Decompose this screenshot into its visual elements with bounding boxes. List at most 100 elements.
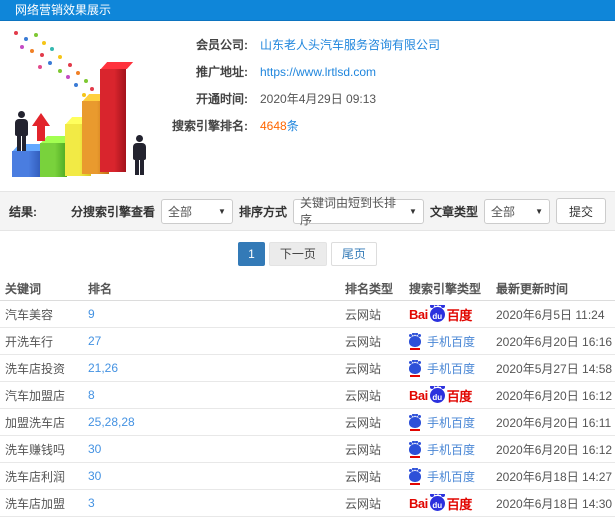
open-time-value: 2020年4月29日 09:13 xyxy=(260,92,377,106)
businessman-left-icon xyxy=(12,111,30,151)
chevron-down-icon: ▼ xyxy=(535,206,543,216)
info-section: 会员公司: 山东老人头汽车服务咨询有限公司 推广地址: https://www.… xyxy=(0,21,615,191)
baidu-logo-text: 百度 xyxy=(446,496,473,512)
engine-cell: 手机百度 xyxy=(409,333,496,350)
filter-controls: 分搜索引擎查看 全部 ▼ 排序方式 关键词由短到长排序 ▼ 文章类型 全部 ▼ … xyxy=(70,196,606,227)
illustration-bar-red xyxy=(100,69,126,172)
chevron-down-icon: ▼ xyxy=(409,206,417,216)
column-header: 搜索引擎类型 xyxy=(409,282,482,296)
paw-toes-icon xyxy=(409,441,412,445)
up-arrow-icon xyxy=(32,113,50,141)
next-page-button[interactable]: 下一页 xyxy=(268,242,327,266)
table-body: 汽车美容 9 云网站 Bai du 百度 2020年6月5日 11:24 开洗车行 27 云网站手… xyxy=(0,301,615,517)
table-row: 开洗车行 27 云网站 手机百度 2020年6月20日 16:16 xyxy=(0,328,615,355)
updated-cell: 2020年6月18日 14:27 xyxy=(496,469,613,484)
rank-cell[interactable]: 30 xyxy=(88,442,345,456)
engine-select[interactable]: 全部 ▼ xyxy=(160,198,233,224)
updated-cell: 2020年6月20日 16:11 xyxy=(496,415,612,430)
article-type-select-value: 全部 xyxy=(490,204,515,219)
paw-toes-icon xyxy=(409,468,412,472)
illustration-bar-green xyxy=(40,143,67,177)
mobile-baidu-label: 手机百度 xyxy=(427,361,476,376)
mobile-baidu-paw-icon xyxy=(409,333,421,350)
mobile-baidu-paw-icon xyxy=(409,468,421,485)
mobile-baidu-label: 手机百度 xyxy=(427,469,476,484)
open-time-label: 开通时间: xyxy=(196,92,248,106)
paw-underline xyxy=(410,347,420,350)
keyword-ranking-table: 关键词 排名 排名类型 搜索引擎类型 最新更新时间 汽车美容 9 云网站 Bai du 百度 202… xyxy=(0,277,615,517)
table-header-row: 关键词 排名 排名类型 搜索引擎类型 最新更新时间 xyxy=(0,277,615,301)
paw-toes-icon xyxy=(409,333,412,337)
rank-cell[interactable]: 21,26 xyxy=(88,361,345,375)
mobile-baidu-logo: 手机百度 xyxy=(409,441,475,458)
sort-select[interactable]: 关键词由短到长排序 ▼ xyxy=(292,196,424,227)
baidu-logo-text: Bai xyxy=(409,306,428,322)
table-row: 汽车美容 9 云网站 Bai du 百度 2020年6月5日 11:24 xyxy=(0,301,615,328)
baidu-logo: Bai du 百度 xyxy=(409,493,473,513)
table-row: 汽车加盟店 8 云网站 Bai du 百度 2020年6月20日 16:12 xyxy=(0,382,615,409)
baidu-logo-text: 百度 xyxy=(446,388,473,404)
promo-url-link[interactable]: https://www.lrtlsd.com xyxy=(260,65,376,79)
company-name-link[interactable]: 山东老人头汽车服务咨询有限公司 xyxy=(260,36,440,53)
rank-type-cell: 云网站 xyxy=(345,442,382,457)
column-header: 排名类型 xyxy=(345,282,394,296)
submit-button[interactable]: 提交 xyxy=(555,198,606,224)
rank-cell[interactable]: 30 xyxy=(88,469,345,483)
baidu-logo-text: 百度 xyxy=(446,307,473,323)
last-page-button[interactable]: 尾页 xyxy=(330,242,377,266)
table-row: 加盟洗车店 25,28,28 云网站 手机百度 2020年6月20日 16:11 xyxy=(0,409,615,436)
bar-chart-illustration xyxy=(2,29,167,187)
paw-underline xyxy=(410,455,420,458)
mobile-baidu-logo: 手机百度 xyxy=(409,360,475,377)
baidu-logo: Bai du 百度 xyxy=(409,385,473,405)
rank-cell[interactable]: 9 xyxy=(88,307,345,321)
rank-cell[interactable]: 25,28,28 xyxy=(88,415,345,429)
company-label: 会员公司: xyxy=(196,38,248,52)
updated-cell: 2020年6月18日 14:30 xyxy=(496,496,613,511)
article-type-select[interactable]: 全部 ▼ xyxy=(483,198,550,224)
engine-cell: Bai du 百度 xyxy=(409,493,496,513)
illustration-bar-blue xyxy=(12,151,42,177)
rank-type-cell: 云网站 xyxy=(345,415,382,430)
mobile-baidu-logo: 手机百度 xyxy=(409,333,475,350)
app-header: 网络营销效果展示 xyxy=(0,0,615,21)
keyword-cell: 洗车赚钱吗 xyxy=(5,442,66,457)
rank-type-cell: 云网站 xyxy=(345,496,382,511)
page-current-button[interactable]: 1 xyxy=(238,242,265,266)
keyword-cell: 开洗车行 xyxy=(5,334,54,349)
table-row: 洗车店加盟 3 云网站 Bai du 百度 2020年6月18日 14:30 xyxy=(0,490,615,517)
table-row: 洗车店投资 21,26 云网站 手机百度 2020年5月27日 14:58 xyxy=(0,355,615,382)
updated-cell: 2020年6月20日 16:16 xyxy=(496,334,613,349)
rank-count-value: 4648 xyxy=(260,119,287,133)
paw-toes-icon xyxy=(429,493,434,497)
engine-cell: 手机百度 xyxy=(409,468,496,485)
confetti-dots xyxy=(14,31,18,35)
rank-type-cell: 云网站 xyxy=(345,469,382,484)
updated-cell: 2020年6月5日 11:24 xyxy=(496,307,605,322)
rank-cell[interactable]: 27 xyxy=(88,334,345,348)
baidu-logo: Bai du 百度 xyxy=(409,304,473,324)
baidu-paw-icon: du xyxy=(429,304,445,322)
rank-count-unit: 条 xyxy=(286,119,299,133)
filter-bar: 结果: 分搜索引擎查看 全部 ▼ 排序方式 关键词由短到长排序 ▼ 文章类型 全… xyxy=(0,191,615,231)
rank-count-label: 搜索引擎排名: xyxy=(172,119,248,133)
mobile-baidu-logo: 手机百度 xyxy=(409,414,475,431)
baidu-paw-icon: du xyxy=(429,493,445,511)
info-row-company: 会员公司: 山东老人头汽车服务咨询有限公司 xyxy=(170,31,615,58)
mobile-baidu-paw-icon xyxy=(409,360,421,377)
engine-cell: 手机百度 xyxy=(409,441,496,458)
updated-cell: 2020年6月20日 16:12 xyxy=(496,442,613,457)
keyword-cell: 洗车店加盟 xyxy=(5,496,66,511)
paw-toes-icon xyxy=(429,385,434,389)
sort-filter-label: 排序方式 xyxy=(238,204,287,219)
rank-cell[interactable]: 8 xyxy=(88,388,345,402)
engine-cell: Bai du 百度 xyxy=(409,304,496,324)
company-info: 会员公司: 山东老人头汽车服务咨询有限公司 推广地址: https://www.… xyxy=(170,31,615,139)
engine-select-value: 全部 xyxy=(167,204,192,219)
mobile-baidu-paw-icon xyxy=(409,414,421,431)
paw-underline xyxy=(410,374,420,377)
rank-cell[interactable]: 3 xyxy=(88,496,345,510)
engine-filter-label: 分搜索引擎查看 xyxy=(70,204,155,219)
chevron-down-icon: ▼ xyxy=(218,206,226,216)
rank-type-cell: 云网站 xyxy=(345,361,382,376)
